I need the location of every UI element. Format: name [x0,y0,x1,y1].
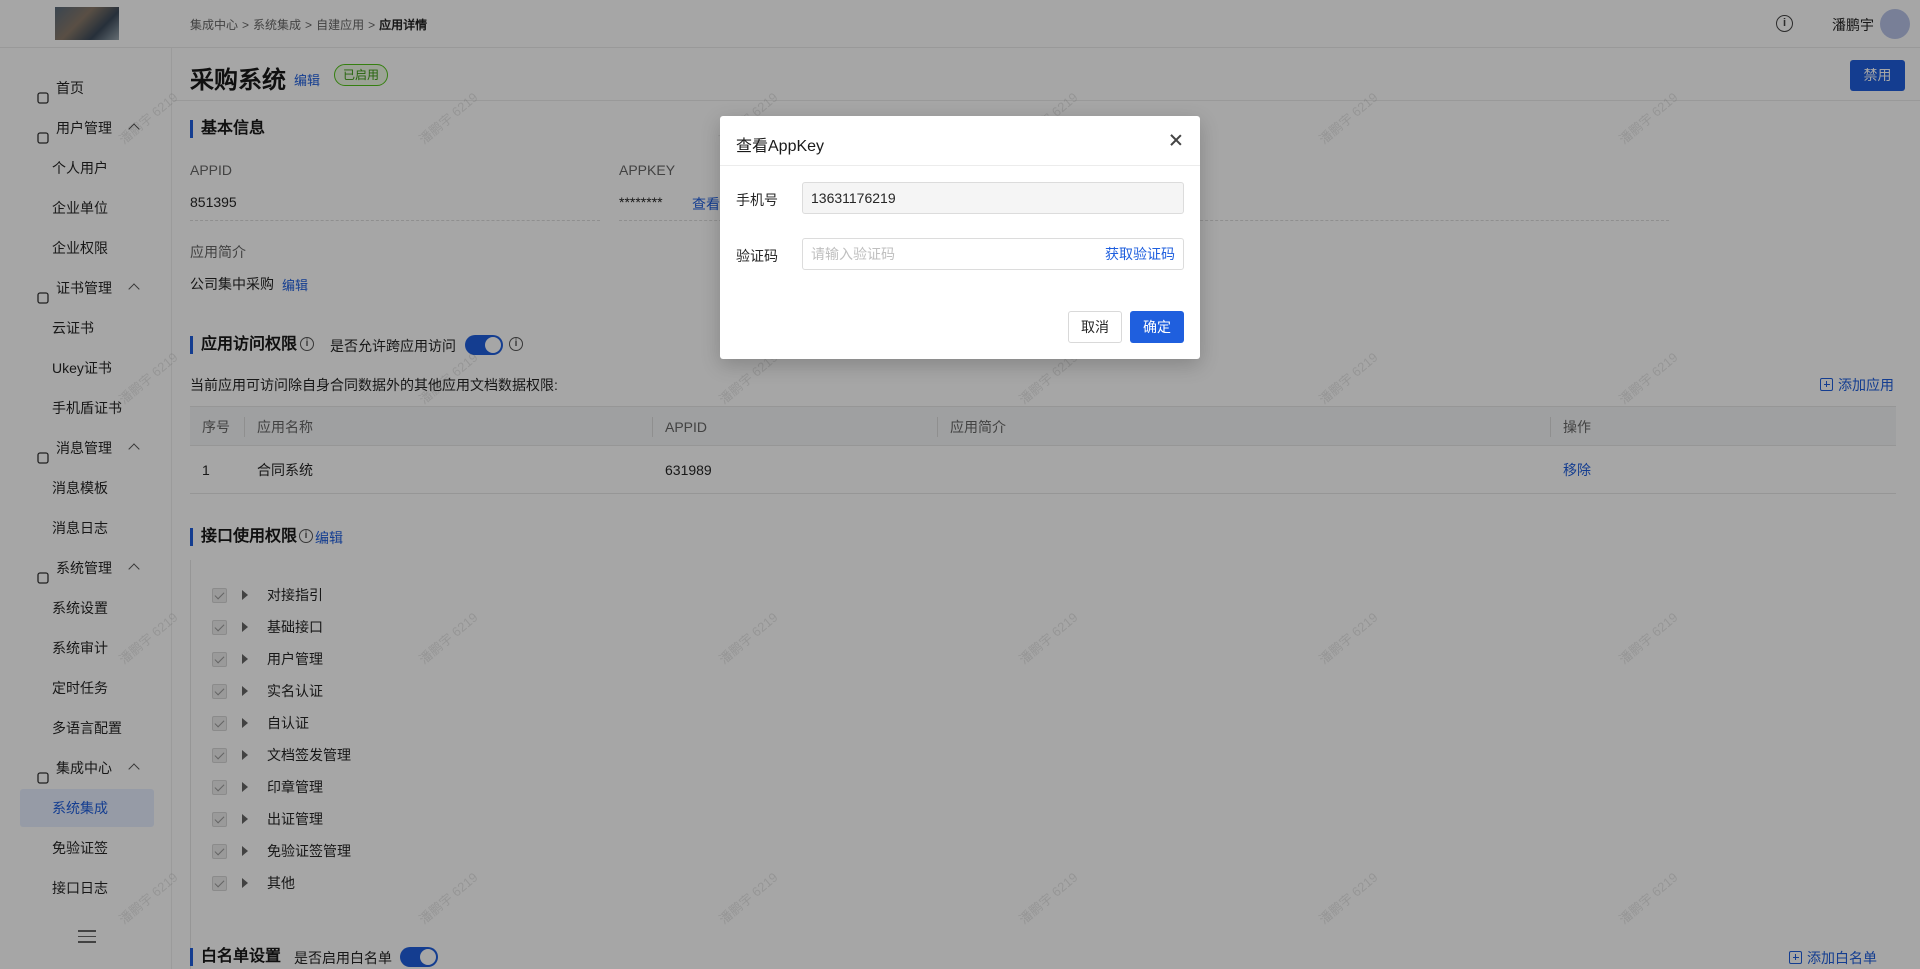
phone-label: 手机号 [736,192,778,208]
close-icon[interactable] [1168,132,1184,148]
verification-code-input[interactable]: 请输入验证码 获取验证码 [802,238,1184,270]
phone-field[interactable]: 13631176219 [802,182,1184,214]
code-label: 验证码 [736,248,778,264]
cancel-button[interactable]: 取消 [1068,311,1122,343]
code-placeholder: 请输入验证码 [811,246,895,262]
dialog-title: 查看AppKey [736,138,825,155]
get-code-button[interactable]: 获取验证码 [1105,239,1175,269]
confirm-button[interactable]: 确定 [1130,311,1184,343]
divider [720,165,1200,166]
view-appkey-dialog: 查看AppKey 手机号 13631176219 验证码 请输入验证码 获取验证… [720,116,1200,359]
